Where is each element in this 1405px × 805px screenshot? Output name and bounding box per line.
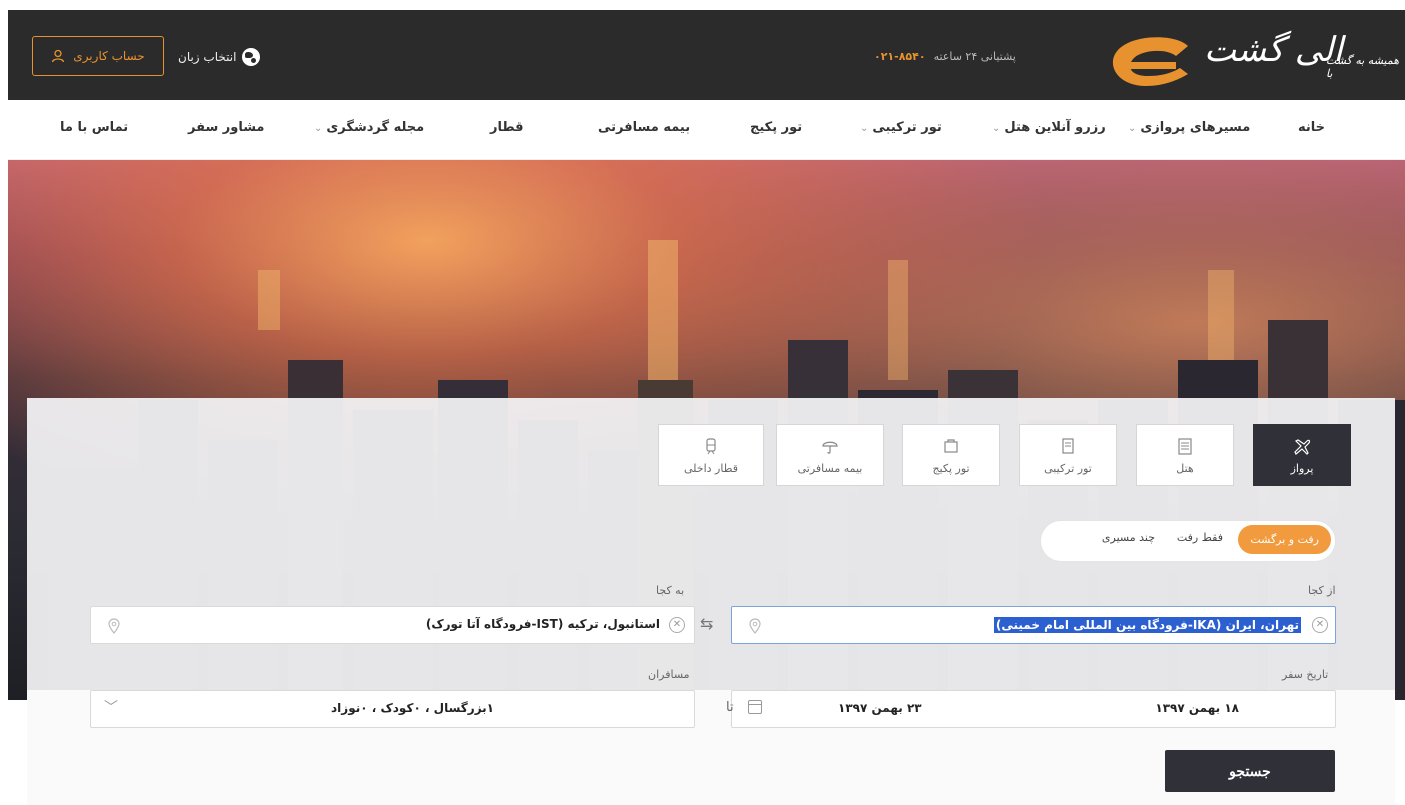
hotel-icon — [1178, 437, 1192, 455]
nav-item-train[interactable]: قطار — [490, 120, 524, 135]
nav-label: مجله گردشگری — [326, 120, 425, 135]
tab-insurance[interactable]: بیمه مسافرتی — [776, 424, 884, 486]
nav-item-magazine[interactable]: مجله گردشگری⌄ — [314, 120, 424, 135]
nav-item-combo-tour[interactable]: تور ترکیبی⌄ — [860, 120, 942, 135]
passengers-label: مسافران — [648, 668, 690, 681]
from-label: از کجا — [1308, 584, 1336, 597]
to-value: استانبول، ترکیه (IST-فرودگاه آتا تورک) — [425, 617, 660, 631]
support-info: پشتیانی ۲۴ ساعته ۰۲۱-۸۵۴۰ — [874, 50, 1016, 63]
tab-label: تور ترکیبی — [1044, 461, 1092, 475]
tab-hotel[interactable]: هتل — [1136, 424, 1234, 486]
from-field[interactable]: ✕ تهران، ایران (IKA-فرودگاه بین المللی ا… — [731, 606, 1336, 644]
language-label: انتخاب زبان — [178, 50, 237, 64]
chevron-down-icon: ⌄ — [992, 123, 1001, 134]
tab-label: هتل — [1176, 461, 1194, 475]
to-label: به کجا — [656, 584, 685, 597]
globe-icon — [242, 48, 261, 66]
swap-icon[interactable]: ⇆ — [700, 614, 713, 633]
trip-type-toggle: رفت و برگشت فقط رفت چند مسیری — [1040, 520, 1336, 562]
combo-tour-icon — [1062, 437, 1074, 454]
umbrella-icon — [822, 441, 838, 454]
tab-package-tour[interactable]: تور پکیج — [902, 424, 1000, 486]
logo-tagline: همیشه به گشت با — [1326, 54, 1399, 80]
nav-label: مشاور سفر — [188, 120, 265, 135]
nav-label: قطار — [490, 120, 524, 135]
clear-icon[interactable]: ✕ — [669, 617, 685, 633]
nav-label: خانه — [1298, 120, 1326, 135]
main-nav: خانه مسیرهای پروازی⌄ رزرو آنلاین هتل⌄ تو… — [8, 100, 1405, 160]
nav-label: تور پکیج — [750, 120, 803, 135]
search-button[interactable]: جستجو — [1165, 750, 1335, 792]
from-value: تهران، ایران (IKA-فرودگاه بین المللی اما… — [993, 617, 1301, 633]
support-phone: ۰۲۱-۸۵۴۰ — [874, 50, 926, 63]
nav-item-hotel-booking[interactable]: رزرو آنلاین هتل⌄ — [992, 120, 1106, 135]
logo-icon[interactable] — [1106, 32, 1198, 92]
date-separator: تا — [726, 700, 734, 715]
plane-icon — [1294, 438, 1311, 455]
passengers-value: ۱بزرگسال ، ۰کودک ، ۰نوزاد — [331, 701, 494, 715]
to-field[interactable]: ✕ استانبول، ترکیه (IST-فرودگاه آتا تورک) — [90, 606, 695, 644]
depart-date: ۱۸ بهمن ۱۳۹۷ — [1155, 701, 1239, 715]
nav-item-flight-routes[interactable]: مسیرهای پروازی⌄ — [1128, 120, 1250, 135]
tab-label: قطار داخلی — [684, 461, 739, 475]
trip-option-multicity[interactable]: چند مسیری — [1102, 531, 1155, 544]
nav-item-travel-advisor[interactable]: مشاور سفر — [188, 120, 264, 135]
nav-item-contact[interactable]: تماس با ما — [60, 120, 128, 135]
train-icon — [706, 437, 716, 454]
nav-item-package-tour[interactable]: تور پکیج — [750, 120, 802, 135]
tab-label: بیمه مسافرتی — [797, 461, 863, 475]
nav-label: تور ترکیبی — [872, 120, 942, 135]
nav-item-home[interactable]: خانه — [1298, 120, 1325, 135]
date-range-field[interactable]: ۱۸ بهمن ۱۳۹۷ ۲۳ بهمن ۱۳۹۷ — [731, 690, 1336, 728]
clear-icon[interactable]: ✕ — [1312, 617, 1328, 633]
nav-label: مسیرهای پروازی — [1140, 120, 1251, 135]
tab-combo-tour[interactable]: تور ترکیبی — [1019, 424, 1117, 486]
return-date: ۲۳ بهمن ۱۳۹۷ — [838, 701, 922, 715]
calendar-icon[interactable] — [748, 700, 762, 714]
chevron-down-icon: ⌄ — [860, 123, 869, 134]
support-text: پشتیانی ۲۴ ساعته — [933, 50, 1016, 63]
language-selector[interactable]: انتخاب زبان — [178, 46, 261, 68]
tab-train[interactable]: قطار داخلی — [658, 424, 764, 486]
chevron-down-icon: ⌄ — [1128, 123, 1137, 134]
nav-label: بیمه مسافرتی — [598, 120, 691, 135]
nav-item-insurance[interactable]: بیمه مسافرتی — [598, 120, 690, 135]
account-button[interactable]: حساب کاربری — [32, 36, 164, 76]
tab-label: پرواز — [1290, 461, 1314, 475]
user-icon — [52, 49, 65, 63]
passengers-field[interactable]: ۱بزرگسال ، ۰کودک ، ۰نوزاد — [90, 690, 695, 728]
trip-option-oneway[interactable]: فقط رفت — [1177, 531, 1223, 544]
nav-label: تماس با ما — [60, 120, 129, 135]
date-label: تاریخ سفر — [1282, 668, 1329, 681]
package-tour-icon — [944, 438, 958, 453]
nav-label: رزرو آنلاین هتل — [1004, 120, 1106, 135]
chevron-down-icon[interactable]: ﹀ — [104, 697, 118, 717]
logo-text: الی گشت — [1204, 30, 1343, 70]
top-bar: حساب کاربری انتخاب زبان پشتیانی ۲۴ ساعته… — [8, 10, 1405, 100]
tab-label: تور پکیج — [932, 461, 970, 475]
location-pin-icon — [108, 618, 120, 634]
location-pin-icon — [749, 618, 761, 634]
trip-option-roundtrip[interactable]: رفت و برگشت — [1238, 525, 1331, 554]
account-label: حساب کاربری — [73, 49, 145, 63]
tab-flight[interactable]: پرواز — [1253, 424, 1351, 486]
chevron-down-icon: ⌄ — [314, 123, 323, 134]
